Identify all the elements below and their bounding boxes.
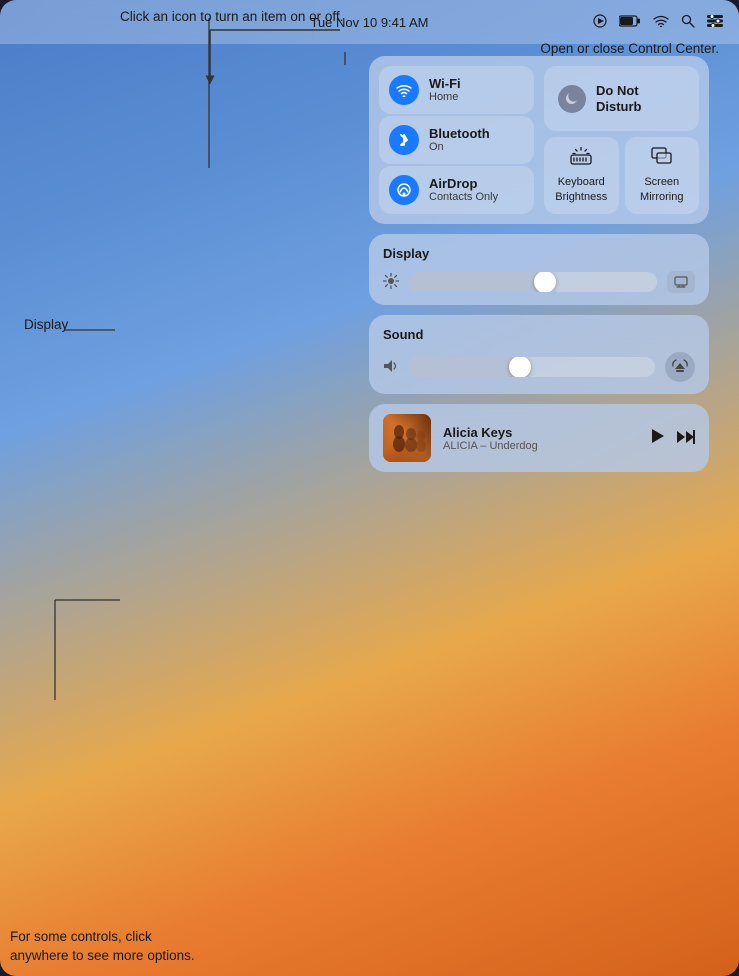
screen-mirroring-label: ScreenMirroring xyxy=(640,175,683,204)
control-center-icon[interactable] xyxy=(707,14,723,30)
track-artist: Alicia Keys xyxy=(443,425,639,440)
now-playing-block[interactable]: Alicia Keys ALICIA – Underdog xyxy=(369,404,709,472)
wifi-text: Wi-Fi Home xyxy=(429,76,461,105)
airdrop-icon-circle xyxy=(389,175,419,205)
skip-forward-button[interactable] xyxy=(677,430,695,447)
keyboard-brightness-icon xyxy=(570,147,592,169)
bluetooth-title: Bluetooth xyxy=(429,126,490,142)
control-center-panel: Wi-Fi Home Bluetooth On xyxy=(369,56,709,472)
search-menu-icon[interactable] xyxy=(681,14,695,31)
keyboard-brightness-label: KeyboardBrightness xyxy=(555,175,607,204)
bluetooth-subtitle: On xyxy=(429,141,490,154)
bluetooth-text: Bluetooth On xyxy=(429,126,490,155)
display-end-icon xyxy=(667,271,695,293)
wifi-title: Wi-Fi xyxy=(429,76,461,92)
airdrop-item[interactable]: AirDrop Contacts Only xyxy=(379,166,534,214)
album-silhouette-svg xyxy=(383,414,431,462)
menu-bar: Tue Nov 10 9:41 AM xyxy=(0,0,739,44)
annotation-more-options: For some controls, click anywhere to see… xyxy=(10,928,195,966)
wifi-subtitle: Home xyxy=(429,91,461,104)
sound-title: Sound xyxy=(383,327,695,342)
display-slider-row xyxy=(383,271,695,293)
annotation-line1: For some controls, click xyxy=(10,929,152,944)
do-not-disturb-item[interactable]: Do NotDisturb xyxy=(544,66,699,131)
wifi-item[interactable]: Wi-Fi Home xyxy=(379,66,534,114)
dnd-text: Do NotDisturb xyxy=(596,83,642,114)
track-info: Alicia Keys ALICIA – Underdog xyxy=(443,425,639,452)
datetime-text: Tue Nov 10 9:41 AM xyxy=(310,15,428,30)
album-art xyxy=(383,414,431,462)
dnd-title: Do NotDisturb xyxy=(596,83,642,114)
connectivity-right: Do NotDisturb xyxy=(544,66,699,214)
bluetooth-item[interactable]: Bluetooth On xyxy=(379,116,534,164)
bluetooth-icon-circle xyxy=(389,125,419,155)
display-block: Display xyxy=(369,234,709,305)
airdrop-text: AirDrop Contacts Only xyxy=(429,176,498,205)
sound-block: Sound xyxy=(369,315,709,394)
sound-slider-row xyxy=(383,352,695,382)
screen-mirroring-icon xyxy=(651,147,673,169)
airplay-button[interactable] xyxy=(665,352,695,382)
annotation-line2: anywhere to see more options. xyxy=(10,948,195,963)
brightness-icon xyxy=(383,273,399,292)
battery-icon[interactable] xyxy=(619,14,641,30)
small-buttons-row: KeyboardBrightness ScreenMirroring xyxy=(544,137,699,214)
keyboard-brightness-button[interactable]: KeyboardBrightness xyxy=(544,137,619,214)
annotation-display: Display xyxy=(24,316,68,335)
airdrop-subtitle: Contacts Only xyxy=(429,191,498,204)
airdrop-title: AirDrop xyxy=(429,176,498,192)
dnd-icon xyxy=(558,85,586,113)
playback-controls xyxy=(651,428,695,449)
connectivity-block: Wi-Fi Home Bluetooth On xyxy=(369,56,709,224)
display-title: Display xyxy=(383,246,695,261)
connectivity-left: Wi-Fi Home Bluetooth On xyxy=(379,66,534,214)
wifi-icon-circle xyxy=(389,75,419,105)
volume-icon xyxy=(383,359,399,376)
play-button[interactable] xyxy=(651,428,665,449)
track-album: ALICIA – Underdog xyxy=(443,440,639,452)
display-slider[interactable] xyxy=(409,272,657,292)
now-playing-icon[interactable] xyxy=(593,14,607,31)
menu-bar-right-icons xyxy=(593,14,723,31)
screen-mirroring-button[interactable]: ScreenMirroring xyxy=(625,137,700,214)
wifi-menu-icon[interactable] xyxy=(653,14,669,30)
menu-bar-datetime: Tue Nov 10 9:41 AM xyxy=(310,15,428,30)
sound-slider[interactable] xyxy=(409,357,655,377)
desktop-background: Tue Nov 10 9:41 AM xyxy=(0,0,739,976)
